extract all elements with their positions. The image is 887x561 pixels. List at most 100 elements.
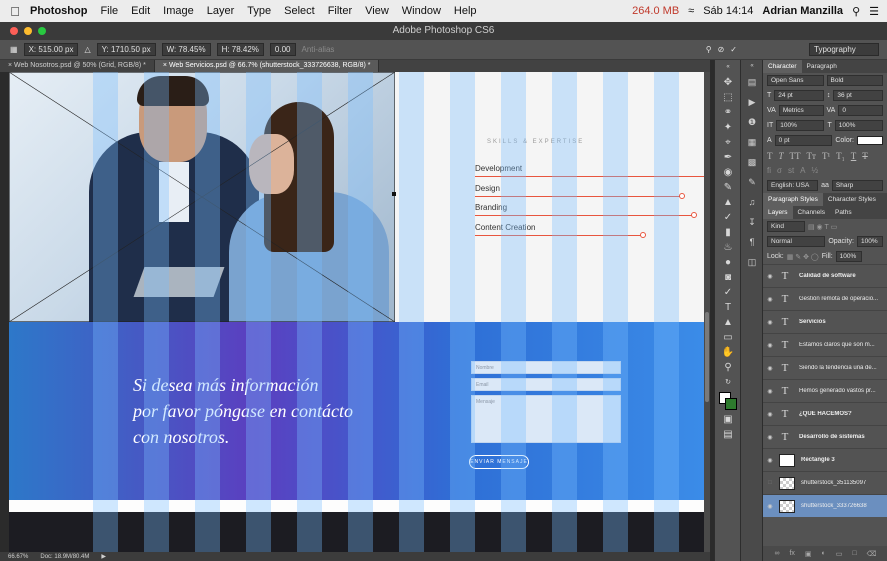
tab-character-styles[interactable]: Character Styles: [823, 193, 881, 206]
blur-tool-icon[interactable]: ●: [715, 255, 741, 270]
opacity-field[interactable]: 100%: [857, 236, 883, 247]
zoom-tool-icon[interactable]: ⚲: [715, 360, 741, 375]
lock-icons[interactable]: ▦ ✎ ✥ ◯: [787, 253, 819, 261]
adjust-panel-icon[interactable]: ↧: [741, 212, 763, 232]
lasso-tool-icon[interactable]: ⚭: [715, 105, 741, 120]
hand-tool-icon[interactable]: ✋: [715, 345, 741, 360]
layer-row[interactable]: ◉ T ¿QUÉ HACEMOS?: [763, 402, 887, 425]
faux-bold-icon[interactable]: T: [767, 151, 773, 161]
zoom-level[interactable]: 66.67%: [8, 554, 28, 560]
workspace-select[interactable]: Typography: [809, 43, 879, 56]
paragraph-panel-icon[interactable]: ¶: [741, 232, 763, 252]
crop-tool-icon[interactable]: ⌖: [715, 135, 741, 150]
layer-row[interactable]: ◉ T Hemos generado vastos pr...: [763, 379, 887, 402]
fraction-icon[interactable]: ½: [812, 166, 819, 175]
warp-icon[interactable]: ⚲: [706, 45, 712, 54]
swap-colors-icon[interactable]: ↻: [715, 375, 741, 390]
w-field[interactable]: W: 78.45%: [161, 43, 211, 56]
menu-layer[interactable]: Layer: [207, 5, 235, 17]
fx-icon[interactable]: fx: [789, 550, 794, 557]
language-select[interactable]: English: USA: [767, 180, 819, 191]
menu-view[interactable]: View: [365, 5, 389, 17]
tab-paragraph[interactable]: Paragraph: [802, 60, 842, 73]
menu-edit[interactable]: Edit: [131, 5, 150, 17]
healing-brush-icon[interactable]: ◉: [715, 165, 741, 180]
layer-row[interactable]: ◉ Rectangle 3: [763, 448, 887, 471]
layer-row[interactable]: □ shutterstock_351135097: [763, 471, 887, 494]
font-size-field[interactable]: 24 pt: [774, 90, 824, 101]
small-caps-icon[interactable]: Tт: [807, 151, 816, 161]
commit-transform-icon[interactable]: ✓: [730, 45, 737, 54]
menu-select[interactable]: Select: [284, 5, 315, 17]
transform-handle[interactable]: [392, 192, 396, 196]
tab-web-servicios[interactable]: × Web Servicios.psd @ 66.7% (shutterstoc…: [154, 60, 380, 72]
wifi-icon[interactable]: ≈: [688, 5, 694, 17]
document-canvas[interactable]: SKILLS & EXPERTISE Development Design Br…: [9, 72, 706, 552]
eye-icon[interactable]: ◉: [763, 434, 777, 441]
tab-paths[interactable]: Paths: [830, 206, 857, 219]
eyedropper-icon[interactable]: ✒: [715, 150, 741, 165]
link-layers-icon[interactable]: ∞: [774, 550, 779, 557]
horizontal-scale-field[interactable]: 100%: [834, 120, 884, 131]
new-group-icon[interactable]: ▭: [836, 550, 843, 558]
vertical-scrollbar[interactable]: [704, 72, 710, 552]
shape-tool-icon[interactable]: ▭: [715, 330, 741, 345]
new-layer-icon[interactable]: □: [852, 550, 856, 557]
antialias-option[interactable]: Anti-alias: [302, 45, 335, 54]
layer-row[interactable]: ◉ T Calidad de software: [763, 264, 887, 287]
eye-icon[interactable]: ◉: [763, 365, 777, 372]
filter-icons[interactable]: ▤ ◉ T ▭: [808, 223, 837, 231]
underline-icon[interactable]: T: [851, 151, 857, 161]
eye-icon[interactable]: ◉: [763, 388, 777, 395]
clock[interactable]: Sáb 14:14: [703, 5, 753, 17]
subscript-icon[interactable]: T₁: [836, 151, 845, 161]
h-field[interactable]: H: 78.42%: [216, 43, 264, 56]
history-panel-icon[interactable]: ▤: [741, 72, 763, 92]
magic-wand-icon[interactable]: ✦: [715, 120, 741, 135]
tab-layers[interactable]: Layers: [763, 206, 793, 219]
brush-panel-icon[interactable]: ✎: [741, 172, 763, 192]
reference-point-icon[interactable]: ▦: [10, 45, 18, 54]
faux-italic-icon[interactable]: T: [779, 151, 784, 161]
tab-paragraph-styles[interactable]: Paragraph Styles: [763, 193, 823, 206]
layer-row[interactable]: ◉ T Estamos claros que son m...: [763, 333, 887, 356]
menu-app-name[interactable]: Photoshop: [30, 5, 87, 17]
y-field[interactable]: Y: 1710.50 px: [96, 43, 156, 56]
layer-row-selected[interactable]: ◉ shutterstock_333726638: [763, 494, 887, 517]
add-mask-icon[interactable]: ▣: [805, 550, 812, 558]
x-field[interactable]: X: 515.00 px: [23, 43, 79, 56]
fill-field[interactable]: 100%: [835, 251, 862, 262]
tab-web-nosotros[interactable]: × Web Nosotros.psd @ 50% (Grid, RGB/8) *: [0, 60, 155, 72]
menu-image[interactable]: Image: [163, 5, 194, 17]
history-brush-icon[interactable]: ✓: [715, 210, 741, 225]
scroll-thumb[interactable]: [705, 312, 709, 402]
expand-icon[interactable]: «: [741, 60, 763, 72]
eye-icon[interactable]: ◉: [763, 296, 777, 303]
menu-window[interactable]: Window: [402, 5, 441, 17]
brush-tool-icon[interactable]: ✎: [715, 180, 741, 195]
eraser-tool-icon[interactable]: ▮: [715, 225, 741, 240]
eye-icon[interactable]: ◉: [763, 503, 777, 510]
message-field[interactable]: Mensaje: [471, 395, 621, 443]
path-select-icon[interactable]: ▲: [715, 315, 741, 330]
move-tool-icon[interactable]: ✥: [715, 75, 741, 90]
stamp-tool-icon[interactable]: ▲: [715, 195, 741, 210]
name-field[interactable]: Nombre: [471, 361, 621, 374]
clone-source-icon[interactable]: ♫: [741, 192, 763, 212]
font-style-select[interactable]: Bold: [826, 75, 883, 86]
screen-mode-icon[interactable]: ▤: [715, 427, 741, 442]
titling-icon[interactable]: A: [800, 166, 805, 175]
swatches-panel-icon[interactable]: ▩: [741, 152, 763, 172]
trash-icon[interactable]: ⌫: [867, 550, 877, 558]
tracking-field[interactable]: 0: [838, 105, 883, 116]
menu-help[interactable]: Help: [454, 5, 477, 17]
eye-icon[interactable]: ◉: [763, 342, 777, 349]
font-family-select[interactable]: Open Sans: [767, 75, 824, 86]
eye-icon[interactable]: ◉: [763, 457, 777, 464]
minimize-window-button[interactable]: [24, 27, 32, 35]
collapse-icon[interactable]: «: [715, 60, 741, 75]
leading-field[interactable]: 36 pt: [833, 90, 883, 101]
baseline-field[interactable]: 0 pt: [774, 135, 833, 146]
zoom-window-button[interactable]: [38, 27, 46, 35]
quick-mask-icon[interactable]: ▣: [715, 412, 741, 427]
